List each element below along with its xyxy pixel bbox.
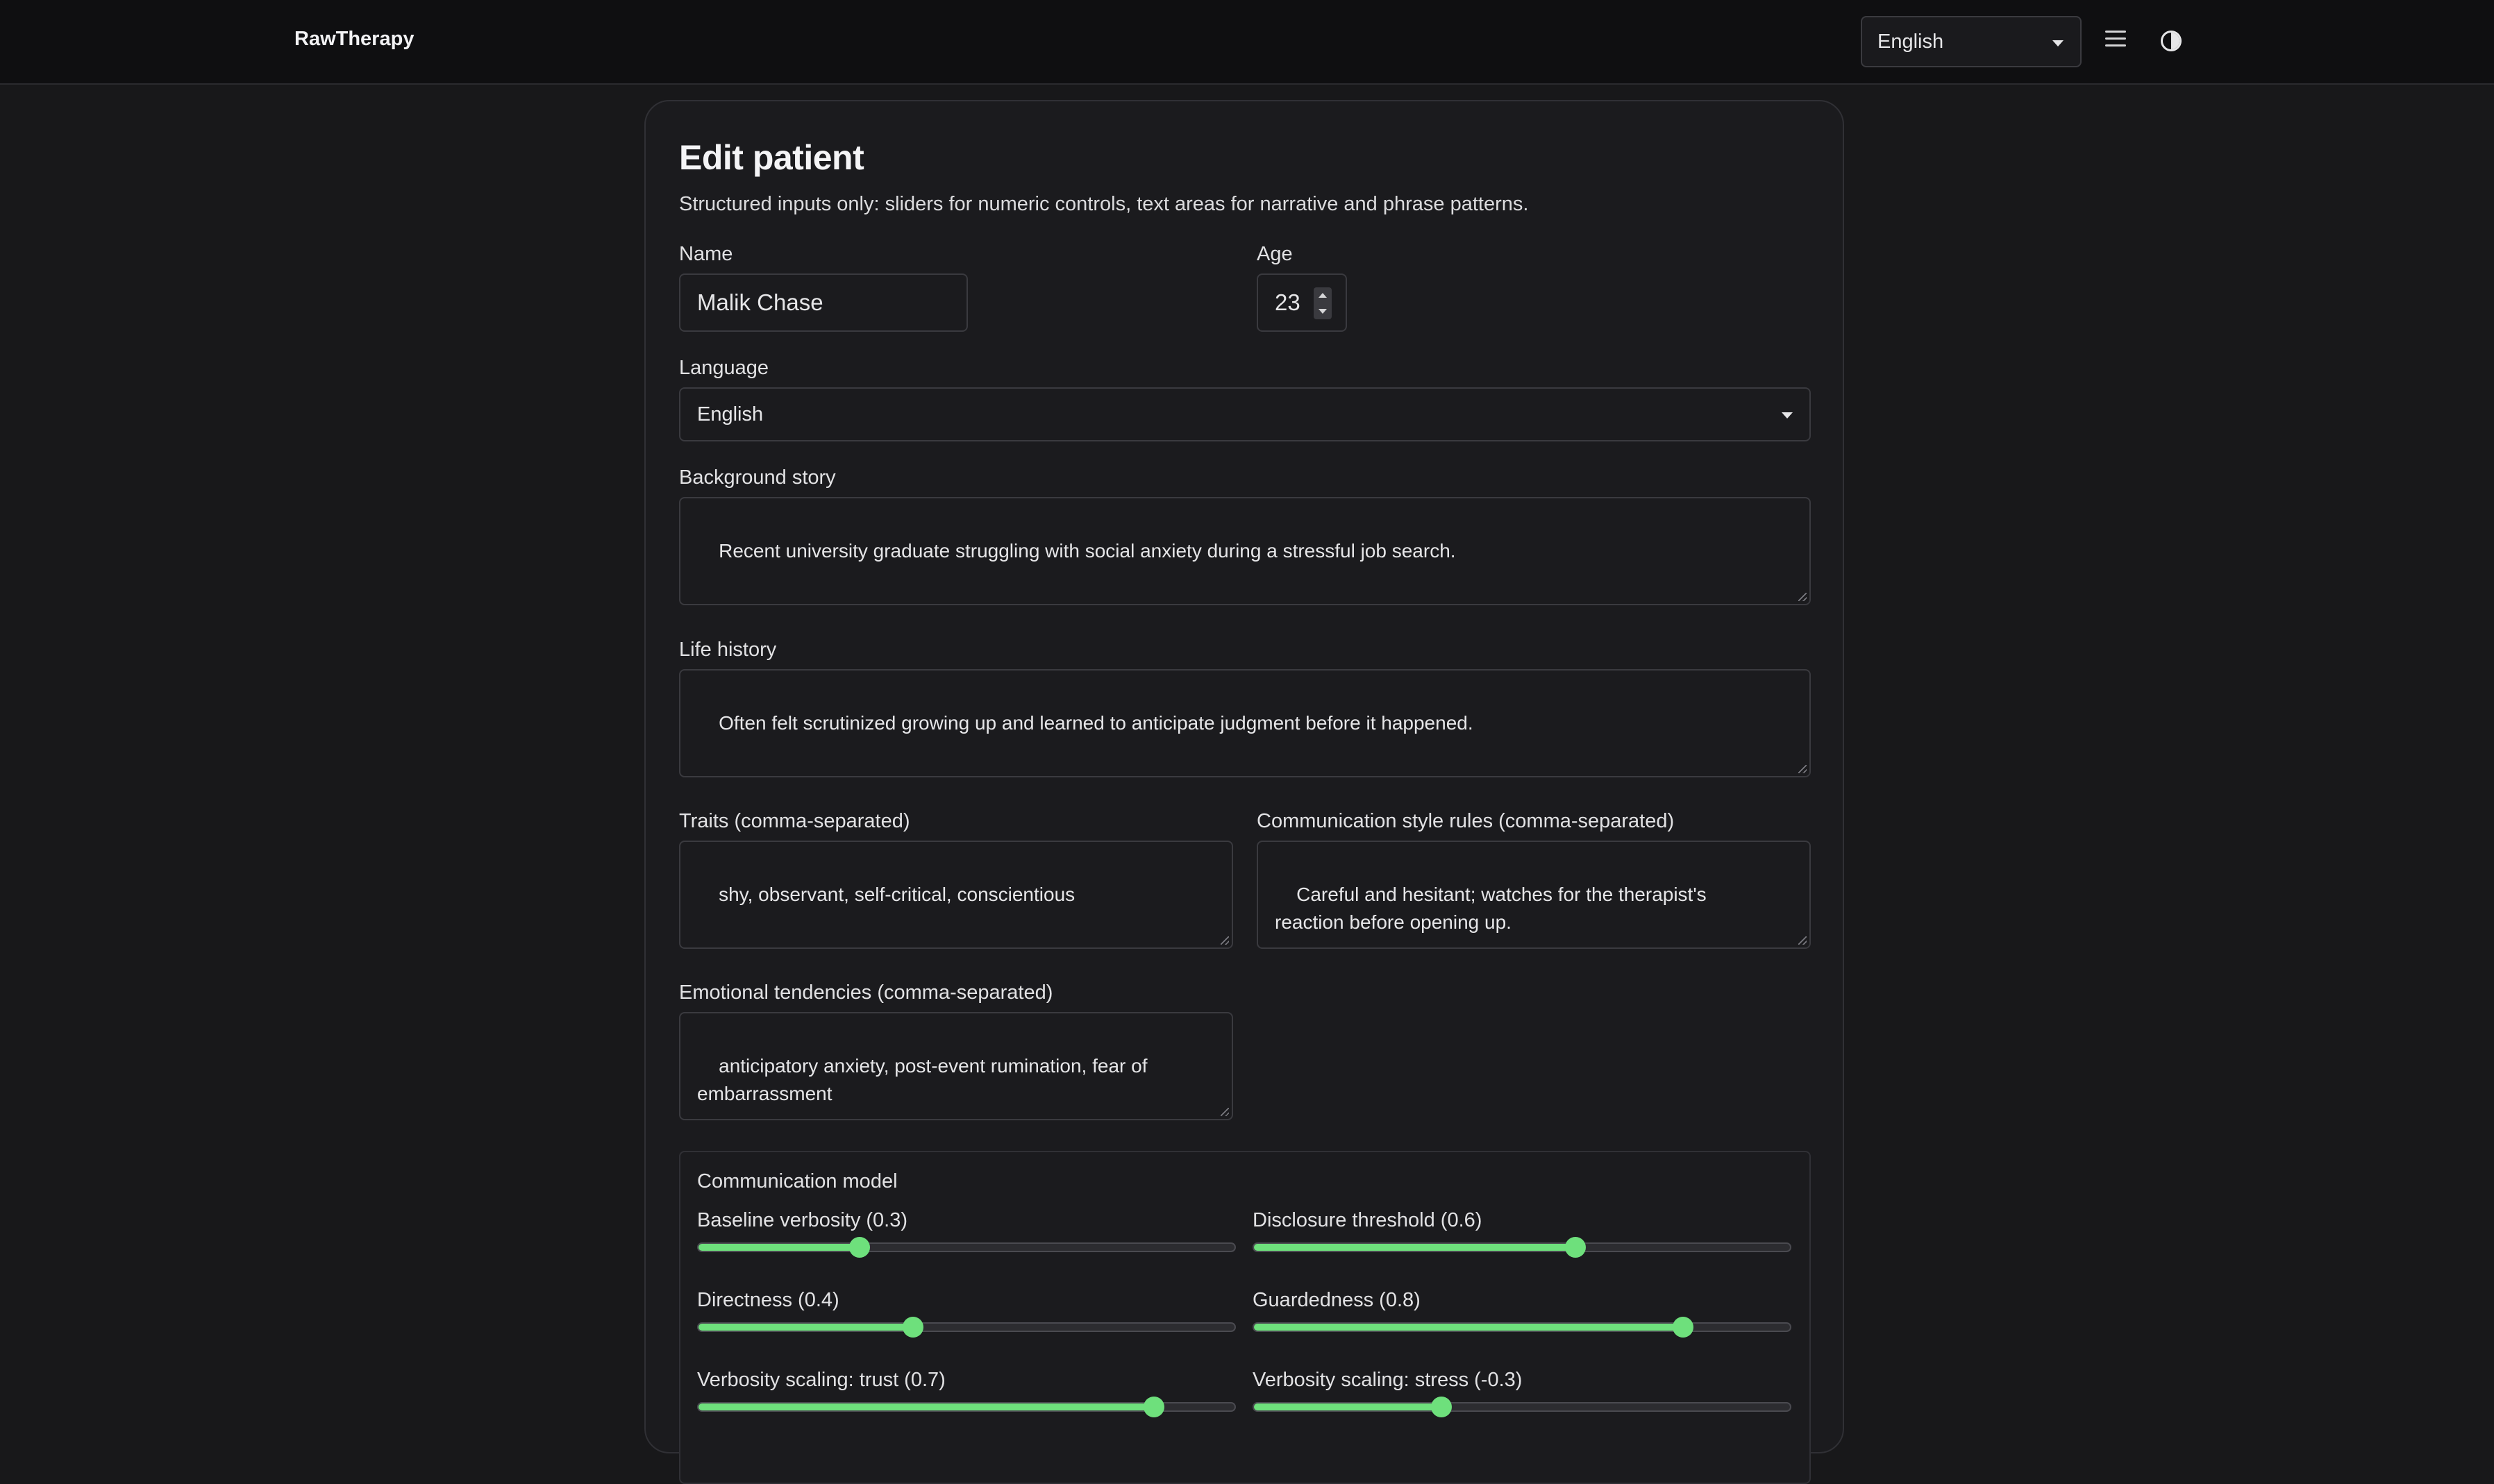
resize-handle-icon[interactable] (1798, 593, 1807, 601)
background-story-textarea[interactable]: Recent university graduate struggling wi… (679, 497, 1811, 605)
page-subtitle: Structured inputs only: sliders for nume… (679, 193, 1529, 215)
chevron-down-icon (2052, 40, 2064, 47)
slider-label-guardedness: Guardedness (0.8) (1253, 1289, 1421, 1311)
resize-handle-icon[interactable] (1221, 936, 1229, 945)
slider-fill (698, 1403, 1155, 1410)
life-history-value: Often felt scrutinized growing up and le… (719, 712, 1473, 734)
slider-label-disclosure-threshold: Disclosure threshold (0.6) (1253, 1209, 1482, 1231)
background-story-value: Recent university graduate struggling wi… (719, 540, 1456, 562)
traits-value: shy, observant, self-critical, conscient… (719, 884, 1076, 905)
menu-icon[interactable] (2105, 31, 2126, 47)
slider-label-verbosity-stress: Verbosity scaling: stress (-0.3) (1253, 1369, 1523, 1391)
background-story-label: Background story (679, 466, 836, 489)
slider-fill (698, 1244, 860, 1251)
traits-textarea[interactable]: shy, observant, self-critical, conscient… (679, 841, 1233, 949)
stepper-up-icon[interactable] (1319, 293, 1327, 298)
age-label: Age (1257, 243, 1293, 265)
slider-fill (698, 1324, 913, 1331)
traits-label: Traits (comma-separated) (679, 810, 910, 832)
slider-fill (1254, 1324, 1683, 1331)
life-history-textarea[interactable]: Often felt scrutinized growing up and le… (679, 669, 1811, 777)
brand-logo-text[interactable]: RawTherapy (294, 28, 414, 51)
resize-handle-icon[interactable] (1221, 1108, 1229, 1116)
age-input-value: 23 (1275, 289, 1300, 315)
life-history-label: Life history (679, 639, 777, 661)
baseline-verbosity-slider[interactable] (697, 1237, 1236, 1258)
verbosity-trust-slider[interactable] (697, 1397, 1236, 1417)
communication-model-legend: Communication model (697, 1170, 898, 1192)
age-input[interactable]: 23 (1257, 273, 1347, 332)
slider-label-verbosity-trust: Verbosity scaling: trust (0.7) (697, 1369, 946, 1391)
directness-slider[interactable] (697, 1317, 1236, 1338)
communication-style-value: Careful and hesitant; watches for the th… (1275, 884, 1707, 933)
name-input-value: Malik Chase (697, 289, 823, 315)
top-navbar: RawTherapy English (0, 0, 2494, 85)
guardedness-slider[interactable] (1253, 1317, 1791, 1338)
edit-patient-card: Edit patient Structured inputs only: sli… (644, 100, 1844, 1484)
stepper-down-icon[interactable] (1319, 309, 1327, 314)
resize-handle-icon[interactable] (1798, 765, 1807, 773)
header-language-value: English (1877, 30, 1944, 53)
slider-label-baseline-verbosity: Baseline verbosity (0.3) (697, 1209, 908, 1231)
slider-thumb[interactable] (1565, 1237, 1587, 1258)
language-label: Language (679, 357, 769, 379)
verbosity-stress-slider[interactable] (1253, 1397, 1791, 1417)
slider-thumb[interactable] (1144, 1397, 1165, 1417)
slider-thumb[interactable] (1431, 1397, 1453, 1417)
slider-fill (1254, 1403, 1442, 1410)
emotional-tendencies-textarea[interactable]: anticipatory anxiety, post-event ruminat… (679, 1012, 1233, 1120)
slider-fill (1254, 1244, 1576, 1251)
communication-style-label: Communication style rules (comma-separat… (1257, 810, 1675, 832)
slider-thumb[interactable] (848, 1237, 870, 1258)
language-select-value: English (697, 403, 764, 425)
language-select[interactable]: English (679, 387, 1811, 441)
contrast-icon[interactable] (2161, 31, 2182, 51)
disclosure-threshold-slider[interactable] (1253, 1237, 1791, 1258)
name-input[interactable]: Malik Chase (679, 273, 968, 332)
slider-label-directness: Directness (0.4) (697, 1289, 839, 1311)
slider-thumb[interactable] (1672, 1317, 1693, 1338)
age-stepper[interactable] (1314, 287, 1332, 319)
slider-thumb[interactable] (902, 1317, 923, 1338)
emotional-tendencies-label: Emotional tendencies (comma-separated) (679, 981, 1053, 1004)
name-label: Name (679, 243, 733, 265)
emotional-tendencies-value: anticipatory anxiety, post-event ruminat… (697, 1055, 1148, 1104)
page-title: Edit patient (679, 138, 864, 177)
resize-handle-icon[interactable] (1798, 936, 1807, 945)
communication-style-textarea[interactable]: Careful and hesitant; watches for the th… (1257, 841, 1811, 949)
communication-model-fieldset: Communication model Baseline verbosity (… (679, 1151, 1811, 1484)
header-language-select[interactable]: English (1861, 16, 2082, 67)
chevron-down-icon (1782, 412, 1793, 419)
